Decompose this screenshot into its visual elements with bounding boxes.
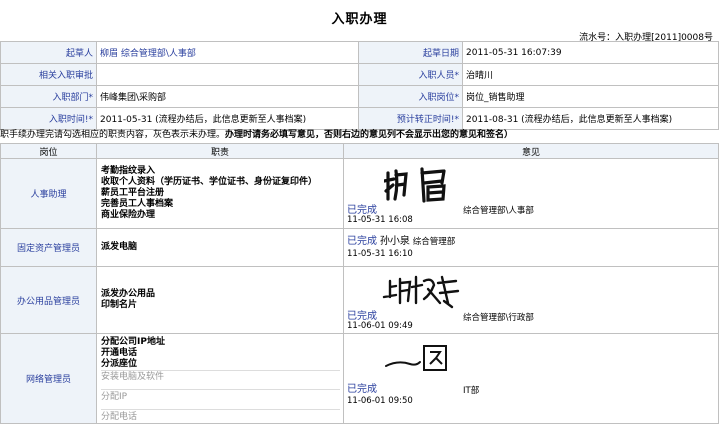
entry-time-label: 入职时间!* xyxy=(0,107,97,130)
entry-dept-value: 伟峰集团\采购部 xyxy=(96,85,359,108)
signature-image xyxy=(382,273,462,312)
duty-item[interactable]: 开通电话 xyxy=(101,348,340,359)
regular-time-label: 预计转正时间!* xyxy=(358,107,463,130)
notice: 职手续办理完请勾选相应的职责内容，灰色表示未办理。办理时请务必填写意见，否则右边… xyxy=(0,128,719,142)
duty-cell: 派发办公用品 印制名片 xyxy=(96,266,344,334)
notice-text: 职手续办理完请勾选相应的职责内容，灰色表示未办理。 xyxy=(0,130,226,140)
opinion-dept: 综合管理部\行政部 xyxy=(463,313,534,323)
position-cell: 办公用品管理员 xyxy=(0,266,97,334)
entrant-label: 入职人员* xyxy=(358,63,463,86)
duty-cell: 派发电脑 xyxy=(96,228,344,267)
status-complete: 已完成 xyxy=(347,236,377,247)
page-title: 入职办理 xyxy=(331,12,388,27)
signature-image xyxy=(384,340,454,377)
opinion-dept: 综合管理部\人事部 xyxy=(463,206,534,216)
opinion-cell: 已完成 综合管理部\行政部 11-06-01 09:49 xyxy=(343,266,719,334)
opinion-cell: 已完成 IT部 11-06-01 09:50 xyxy=(343,333,719,424)
duty-cell: 分配公司IP地址 开通电话 分派座位 安装电脑及软件 分配IP 分配电话 xyxy=(96,333,344,424)
related-approval-label: 相关入职审批 xyxy=(0,63,97,86)
duty-cell: 考勤指纹录入 收取个人资料（学历证书、学位证书、身份证复印件） 薪员工平台注册 … xyxy=(96,158,344,229)
table-row: 人事助理 考勤指纹录入 收取个人资料（学历证书、学位证书、身份证复印件） 薪员工… xyxy=(0,158,719,229)
col-position: 岗位 xyxy=(0,143,97,159)
duty-item[interactable]: 薪员工平台注册 xyxy=(101,188,340,199)
table-row: 办公用品管理员 派发办公用品 印制名片 已完成 综合管理部\行政部 11-06-… xyxy=(0,266,719,334)
duty-item-pending[interactable]: 分配电话 xyxy=(101,409,340,423)
header-form: 起草人 柳眉 综合管理部\人事部 起草日期 2011-05-31 16:07:3… xyxy=(0,41,719,130)
duty-item[interactable]: 印制名片 xyxy=(101,300,340,311)
duty-item[interactable]: 派发办公用品 xyxy=(101,289,340,300)
position-cell: 人事助理 xyxy=(0,158,97,229)
opinion-datetime: 11-05-31 16:08 xyxy=(347,215,413,225)
opinion-datetime: 11-06-01 09:50 xyxy=(347,396,413,406)
duty-item[interactable]: 完善员工人事档案 xyxy=(101,199,340,210)
task-table: 岗位 职责 意见 人事助理 考勤指纹录入 收取个人资料（学历证书、学位证书、身份… xyxy=(0,143,719,424)
table-row: 网络管理员 分配公司IP地址 开通电话 分派座位 安装电脑及软件 分配IP 分配… xyxy=(0,333,719,424)
drafter-value[interactable]: 柳眉 综合管理部\人事部 xyxy=(96,41,359,64)
notice-bold: 办理时请务必填写意见，否则右边的意见列不会显示出您的意见和签名） xyxy=(225,130,514,140)
duty-item[interactable]: 分配公司IP地址 xyxy=(101,337,340,348)
opinion-cell: 已完成 孙小泉 综合管理部 11-05-31 16:10 xyxy=(343,228,719,267)
col-opinion: 意见 xyxy=(343,143,719,159)
position-cell: 网络管理员 xyxy=(0,333,97,424)
drafter-label: 起草人 xyxy=(0,41,97,64)
entry-dept-label: 入职部门* xyxy=(0,85,97,108)
status-complete: 已完成 xyxy=(347,205,377,216)
status-complete: 已完成 xyxy=(347,311,377,322)
signature-image xyxy=(382,165,464,208)
signer-name: 孙小泉 xyxy=(379,236,410,247)
entry-post-label: 入职岗位* xyxy=(358,85,463,108)
entrant-value: 治晴川 xyxy=(462,63,719,86)
related-approval-value[interactable] xyxy=(96,63,359,86)
col-duty: 职责 xyxy=(96,143,344,159)
duty-item[interactable]: 考勤指纹录入 xyxy=(101,166,340,177)
duty-item-pending[interactable]: 安装电脑及软件 xyxy=(101,370,340,383)
opinion-dept: 综合管理部 xyxy=(412,237,456,247)
position-cell: 固定资产管理员 xyxy=(0,228,97,267)
draft-date-value: 2011-05-31 16:07:39 xyxy=(462,41,719,64)
duty-item[interactable]: 分派座位 xyxy=(101,359,340,370)
opinion-datetime: 11-06-01 09:49 xyxy=(347,321,413,331)
regular-time-value: 2011-08-31 (流程办结后，此信息更新至人事档案) xyxy=(462,107,719,130)
entry-time-value: 2011-05-31 (流程办结后，此信息更新至人事档案) xyxy=(96,107,359,130)
status-complete: 已完成 xyxy=(347,384,377,395)
opinion-dept: IT部 xyxy=(463,386,480,396)
table-row: 固定资产管理员 派发电脑 已完成 孙小泉 综合管理部 11-05-31 16:1… xyxy=(0,228,719,267)
duty-item-pending[interactable]: 分配IP xyxy=(101,389,340,403)
duty-item[interactable]: 收取个人资料（学历证书、学位证书、身份证复印件） xyxy=(101,177,340,188)
draft-date-label: 起草日期 xyxy=(358,41,463,64)
duty-item[interactable]: 派发电脑 xyxy=(101,242,340,253)
duty-item[interactable]: 商业保险办理 xyxy=(101,210,340,221)
opinion-cell: 已完成 综合管理部\人事部 11-05-31 16:08 xyxy=(343,158,719,229)
opinion-datetime: 11-05-31 16:10 xyxy=(347,249,413,259)
entry-post-value: 岗位_销售助理 xyxy=(462,85,719,108)
